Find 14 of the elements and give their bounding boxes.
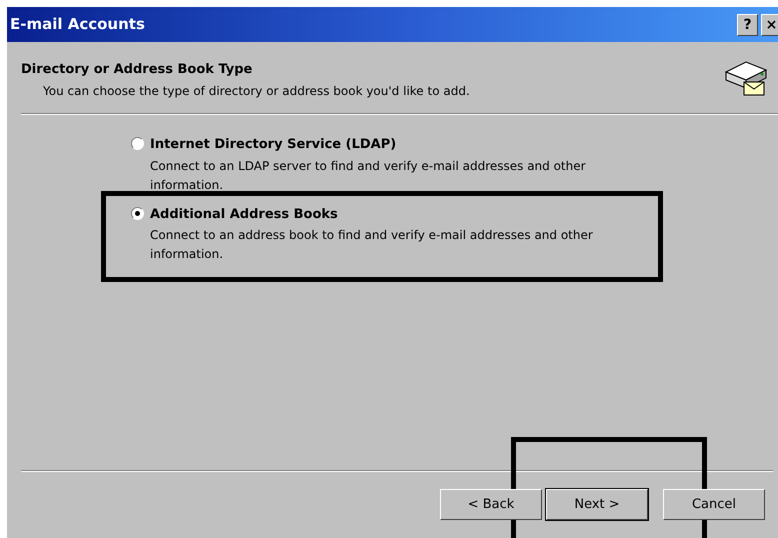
option-description: Connect to an LDAP server to find and verify e-mail addresses and other information. (150, 158, 587, 194)
help-button[interactable]: ? (737, 14, 758, 36)
dialog-button[interactable]: Next > (546, 489, 648, 520)
close-button[interactable]: × (761, 14, 778, 36)
dialog-button[interactable]: < Back (440, 489, 542, 520)
window-title: E-mail Accounts (10, 14, 146, 36)
option-description: Connect to an address book to find and verify e-mail addresses and other information. (150, 227, 594, 263)
option-label[interactable]: Internet Directory Service (LDAP) (150, 135, 650, 154)
radio-button[interactable] (131, 137, 144, 150)
page-heading: Directory or Address Book Type (21, 61, 254, 79)
page-subtitle: You can choose the type of directory or address book you'd like to add. (42, 82, 471, 100)
dialog-button[interactable]: Cancel (663, 489, 765, 520)
option-label[interactable]: Additional Address Books (150, 204, 650, 224)
radio-button[interactable] (131, 206, 144, 220)
